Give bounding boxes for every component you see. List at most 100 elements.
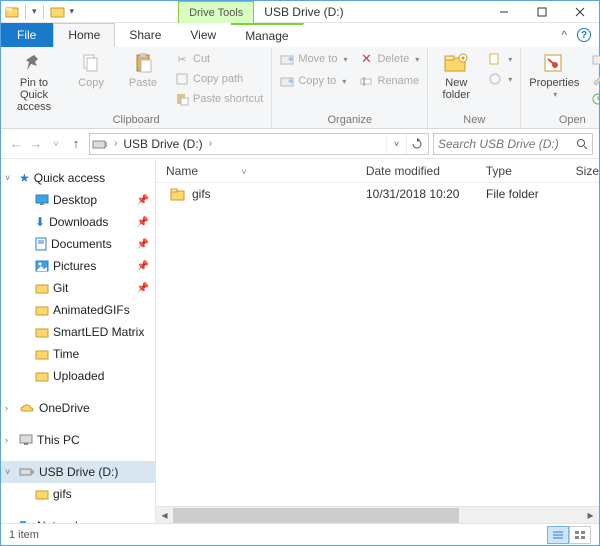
expand-icon[interactable]: ˅ bbox=[5, 467, 10, 477]
pin-icon: 📌 bbox=[137, 217, 149, 228]
col-date[interactable]: Date modified bbox=[356, 164, 476, 178]
move-to-icon bbox=[280, 52, 294, 66]
maximize-button[interactable] bbox=[523, 1, 561, 22]
tab-share[interactable]: Share bbox=[115, 23, 176, 47]
large-icons-view-button[interactable] bbox=[569, 526, 591, 544]
nav-smartled[interactable]: SmartLED Matrix bbox=[1, 321, 155, 343]
folder-icon[interactable] bbox=[50, 5, 66, 19]
new-folder-button[interactable]: ✦ New folder bbox=[432, 49, 480, 101]
nav-animated-gifs[interactable]: AnimatedGIFs bbox=[1, 299, 155, 321]
pin-icon: 📌 bbox=[137, 239, 149, 250]
group-label-organize: Organize bbox=[276, 113, 423, 128]
help-icon[interactable]: ? bbox=[577, 28, 591, 42]
group-label-open: Open bbox=[525, 113, 600, 128]
expand-icon[interactable]: › bbox=[5, 521, 8, 523]
up-button[interactable]: ↑ bbox=[67, 134, 85, 154]
copy-to-button[interactable]: Copy to▾ bbox=[276, 71, 351, 91]
address-segment[interactable]: USB Drive (D:) bbox=[123, 137, 202, 151]
nav-time[interactable]: Time bbox=[1, 343, 155, 365]
move-to-button[interactable]: Move to▾ bbox=[276, 49, 351, 69]
file-row[interactable]: gifs 10/31/2018 10:20 File folder bbox=[156, 183, 599, 205]
pin-to-quick-access-button[interactable]: Pin to Quick access bbox=[5, 49, 63, 113]
tab-view[interactable]: View bbox=[176, 23, 231, 47]
search-input[interactable] bbox=[434, 137, 573, 151]
tab-file[interactable]: File bbox=[1, 23, 53, 47]
nav-downloads[interactable]: ⬇ Downloads📌 bbox=[1, 211, 155, 233]
col-name[interactable]: Name ˅ bbox=[156, 164, 356, 178]
horizontal-scrollbar[interactable]: ◂ ▸ bbox=[156, 506, 599, 523]
new-item-icon bbox=[488, 52, 502, 66]
scroll-right-icon[interactable]: ▸ bbox=[582, 507, 599, 524]
collapse-ribbon-icon[interactable]: ^ bbox=[561, 28, 567, 42]
refresh-button[interactable] bbox=[406, 134, 426, 154]
nav-git[interactable]: Git📌 bbox=[1, 277, 155, 299]
search-box[interactable] bbox=[433, 133, 593, 155]
scroll-thumb[interactable] bbox=[173, 508, 459, 523]
scroll-left-icon[interactable]: ◂ bbox=[156, 507, 173, 524]
nav-uploaded[interactable]: Uploaded bbox=[1, 365, 155, 387]
usb-drive-icon bbox=[92, 137, 108, 151]
status-bar: 1 item bbox=[1, 523, 599, 545]
expand-icon[interactable]: ˅ bbox=[5, 173, 10, 183]
delete-button[interactable]: ✕ Delete▾ bbox=[355, 49, 423, 69]
expand-icon[interactable]: › bbox=[5, 435, 8, 445]
nav-usb-drive[interactable]: ˅ USB Drive (D:) bbox=[1, 461, 155, 483]
address-dropdown-button[interactable]: ˅ bbox=[386, 134, 406, 154]
recent-locations-button[interactable]: ˅ bbox=[47, 134, 65, 154]
open-button[interactable]: ▾ bbox=[587, 49, 600, 69]
edit-button[interactable] bbox=[587, 69, 600, 89]
group-organize: Move to▾ Copy to▾ ✕ Delete▾ bbox=[272, 47, 428, 128]
nav-quick-access[interactable]: ˅ ★ Quick access bbox=[1, 167, 155, 189]
cut-button[interactable]: ✂ Cut bbox=[171, 49, 267, 69]
minimize-button[interactable] bbox=[485, 1, 523, 22]
tab-manage[interactable]: Manage bbox=[231, 23, 303, 47]
back-button[interactable]: ← bbox=[7, 134, 25, 154]
history-button[interactable] bbox=[587, 89, 600, 109]
nav-desktop[interactable]: Desktop📌 bbox=[1, 189, 155, 211]
nav-this-pc[interactable]: › This PC bbox=[1, 429, 155, 451]
address-bar[interactable]: › USB Drive (D:) › ˅ bbox=[89, 133, 429, 155]
copy-path-button[interactable]: Copy path bbox=[171, 69, 267, 89]
qat-customize-icon[interactable]: ▾ bbox=[32, 6, 37, 17]
navigation-pane: ˅ ★ Quick access Desktop📌 ⬇ Downloads📌 D… bbox=[1, 159, 156, 523]
open-icon bbox=[591, 52, 600, 66]
nav-network[interactable]: › Network bbox=[1, 515, 155, 523]
forward-button[interactable]: → bbox=[27, 134, 45, 154]
nav-gifs[interactable]: gifs bbox=[1, 483, 155, 505]
nav-documents[interactable]: Documents📌 bbox=[1, 233, 155, 255]
chevron-down-icon[interactable]: ▾ bbox=[70, 6, 75, 17]
details-view-button[interactable] bbox=[547, 526, 569, 544]
quick-access-toolbar: ▾ ▾ bbox=[1, 1, 78, 22]
expand-icon[interactable]: › bbox=[5, 403, 8, 413]
ribbon-right-controls: ^ ? bbox=[561, 23, 599, 47]
search-button-icon[interactable] bbox=[573, 138, 592, 150]
new-item-button[interactable]: ▾ bbox=[484, 49, 516, 69]
tab-home[interactable]: Home bbox=[53, 23, 115, 47]
paste-button[interactable]: Paste bbox=[119, 49, 167, 89]
rename-button[interactable]: Rename bbox=[355, 71, 423, 91]
easy-access-icon bbox=[488, 72, 502, 86]
file-type: File folder bbox=[476, 187, 566, 201]
easy-access-button[interactable]: ▾ bbox=[484, 69, 516, 89]
chevron-right-icon[interactable]: › bbox=[112, 138, 119, 149]
contextual-tab-drive-tools[interactable]: Drive Tools bbox=[178, 1, 254, 23]
onedrive-icon bbox=[19, 402, 35, 414]
pin-icon bbox=[20, 51, 48, 75]
cut-icon: ✂ bbox=[175, 52, 189, 66]
nav-onedrive[interactable]: › OneDrive bbox=[1, 397, 155, 419]
copy-button[interactable]: Copy bbox=[67, 49, 115, 89]
window-title: USB Drive (D:) bbox=[264, 5, 343, 19]
group-label-new: New bbox=[432, 113, 516, 128]
col-size[interactable]: Size bbox=[566, 164, 599, 178]
nav-pictures[interactable]: Pictures📌 bbox=[1, 255, 155, 277]
body: ˅ ★ Quick access Desktop📌 ⬇ Downloads📌 D… bbox=[1, 159, 599, 523]
status-item-count: 1 item bbox=[9, 529, 39, 541]
file-rows: gifs 10/31/2018 10:20 File folder bbox=[156, 183, 599, 506]
properties-button[interactable]: Properties ▾ bbox=[525, 49, 583, 100]
paste-shortcut-button[interactable]: Paste shortcut bbox=[171, 89, 267, 109]
qat-separator bbox=[25, 5, 26, 19]
quick-access-icon: ★ bbox=[19, 171, 30, 185]
chevron-right-icon[interactable]: › bbox=[207, 138, 214, 149]
col-type[interactable]: Type bbox=[476, 164, 566, 178]
close-button[interactable] bbox=[561, 1, 599, 22]
